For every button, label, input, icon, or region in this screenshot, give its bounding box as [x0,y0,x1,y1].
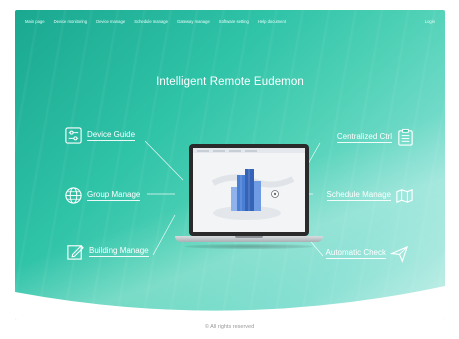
map-icon [395,186,414,205]
feature-schedule-manage[interactable]: Schedule Manage [326,186,415,205]
feature-label: Building Manage [89,246,149,257]
bottom-wave [15,286,445,320]
feature-label: Centralized Ctrl [336,132,392,143]
paper-plane-icon [389,244,409,263]
hero-banner: Main page Device monitoring Device manag… [15,10,445,320]
feature-label: Automatic Check [325,248,386,259]
edit-icon [66,242,85,261]
feature-centralized-ctrl[interactable]: Centralized Ctrl [336,128,415,147]
feature-label: Schedule Manage [326,190,391,201]
feature-building-manage[interactable]: Building Manage [66,242,149,261]
clipboard-icon [396,128,415,147]
feature-label: Group Manage [87,190,141,201]
laptop-base [175,236,323,242]
sliders-icon [64,126,83,145]
footer-copyright: © All rights reserved [204,324,255,330]
feature-automatic-check[interactable]: Automatic Check [325,244,409,263]
laptop-screen [189,144,309,236]
building-illustration [211,169,295,220]
globe-icon [64,186,83,205]
laptop-illustration [175,144,323,252]
feature-label: Device Guide [87,130,136,141]
feature-group-manage[interactable]: Group Manage [64,186,141,205]
feature-device-guide[interactable]: Device Guide [64,126,136,145]
